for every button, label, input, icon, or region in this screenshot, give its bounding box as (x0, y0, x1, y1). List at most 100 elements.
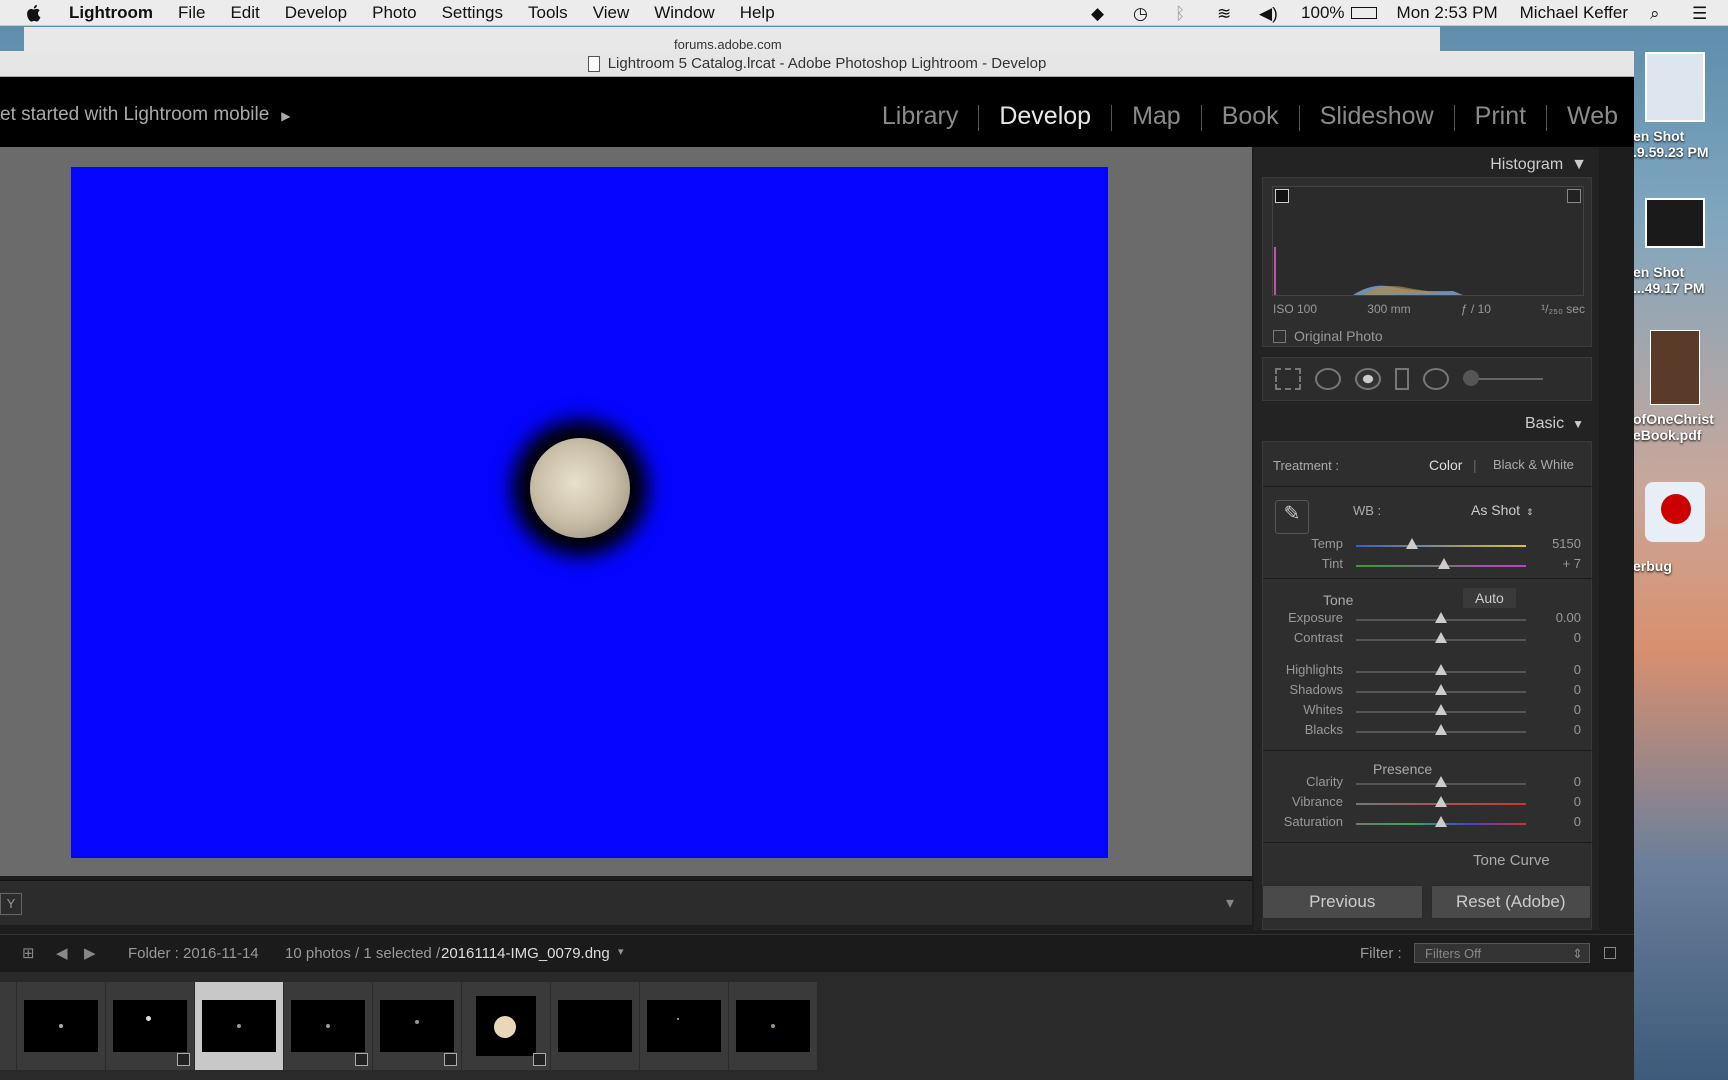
battery-icon[interactable] (1350, 7, 1377, 19)
slider-value[interactable]: + 7 (1563, 556, 1581, 571)
time-machine-icon[interactable]: ◷ (1133, 4, 1153, 23)
basic-header[interactable]: Basic ▼ (1262, 409, 1592, 439)
module-develop[interactable]: Develop (979, 102, 1111, 131)
filmstrip-thumbnail[interactable] (640, 982, 728, 1070)
tone-curve-header[interactable]: Tone Curve (1473, 852, 1550, 869)
slider-track[interactable] (1356, 545, 1526, 547)
menu-file[interactable]: File (178, 3, 205, 23)
slider-clarity[interactable]: Clarity 0 (1263, 774, 1593, 794)
slider-value[interactable]: 0 (1574, 662, 1581, 677)
forward-arrow-icon[interactable]: ▶ (84, 944, 96, 962)
menu-photo[interactable]: Photo (372, 3, 416, 23)
filmstrip-thumbnail[interactable] (729, 982, 817, 1070)
menu-edit[interactable]: Edit (230, 3, 259, 23)
original-photo-toggle[interactable]: Original Photo (1273, 328, 1383, 344)
slider-thumb[interactable] (1438, 558, 1451, 569)
folder-label[interactable]: Folder : 2016-11-14 (128, 945, 259, 962)
selected-filename[interactable]: 20161114-IMG_0079.dng (441, 945, 610, 962)
wb-dropdown[interactable]: As Shot ⇕ (1471, 502, 1534, 518)
slider-whites[interactable]: Whites 0 (1263, 702, 1593, 722)
user-name[interactable]: Michael Keffer (1520, 3, 1628, 23)
slider-thumb[interactable] (1435, 724, 1447, 735)
spot-removal-icon[interactable] (1315, 368, 1341, 390)
slider-saturation[interactable]: Saturation 0 (1263, 814, 1593, 834)
treatment-color[interactable]: Color (1429, 457, 1462, 473)
slider-thumb[interactable] (1435, 664, 1447, 675)
graduated-filter-icon[interactable] (1395, 368, 1409, 390)
slider-temp[interactable]: Temp 5150 (1263, 536, 1593, 556)
slider-contrast[interactable]: Contrast 0 (1263, 630, 1593, 650)
filename-dropdown-icon[interactable]: ▾ (618, 945, 624, 958)
filmstrip-thumbnail-selected[interactable] (195, 982, 283, 1070)
slider-thumb[interactable] (1435, 816, 1447, 827)
slider-tint[interactable]: Tint + 7 (1263, 556, 1593, 576)
slider-value[interactable]: 0 (1574, 702, 1581, 717)
filmstrip-thumbnail[interactable] (551, 982, 639, 1070)
slider-thumb[interactable] (1435, 684, 1447, 695)
wifi-icon[interactable]: ≋ (1217, 4, 1237, 23)
filmstrip-toggle-icon[interactable] (1604, 947, 1616, 959)
bluetooth-icon[interactable]: ᛒ (1175, 4, 1195, 23)
toolbar-menu-icon[interactable]: ▾ (1226, 893, 1234, 913)
slider-shadows[interactable]: Shadows 0 (1263, 682, 1593, 702)
histogram-graph[interactable] (1272, 186, 1584, 296)
module-web[interactable]: Web (1547, 102, 1618, 131)
radial-filter-icon[interactable] (1423, 368, 1449, 390)
desktop-icon-screenshot-2[interactable]: en Shot ...49.17 PM (1630, 198, 1720, 296)
slider-value[interactable]: 0 (1574, 722, 1581, 737)
previous-button[interactable]: Previous (1262, 885, 1423, 919)
white-balance-eyedropper-icon[interactable]: ✎ (1275, 500, 1309, 534)
slider-highlights[interactable]: Highlights 0 (1263, 662, 1593, 682)
filmstrip-thumbnail[interactable] (373, 982, 461, 1070)
filmstrip-thumbnail[interactable] (0, 982, 16, 1070)
menu-settings[interactable]: Settings (442, 3, 503, 23)
slider-thumb[interactable] (1435, 704, 1447, 715)
module-slideshow[interactable]: Slideshow (1300, 102, 1454, 131)
menu-app-name[interactable]: Lightroom (69, 3, 153, 23)
slider-thumb[interactable] (1435, 612, 1447, 623)
filmstrip-thumbnail[interactable] (462, 982, 550, 1070)
menu-window[interactable]: Window (654, 3, 714, 23)
grid-view-icon[interactable]: ⊞ (22, 944, 35, 962)
treatment-black-white[interactable]: Black & White (1493, 457, 1574, 472)
slider-value[interactable]: 0.00 (1556, 610, 1581, 625)
module-book[interactable]: Book (1202, 102, 1299, 131)
battery-percent[interactable]: 100% (1301, 3, 1344, 23)
red-eye-icon[interactable] (1355, 368, 1381, 390)
slider-value[interactable]: 0 (1574, 774, 1581, 789)
slider-value[interactable]: 0 (1574, 682, 1581, 697)
slider-thumb[interactable] (1435, 796, 1447, 807)
desktop-icon-screenshot-1[interactable]: en Shot .9.59.23 PM (1630, 52, 1720, 160)
view-mode-button[interactable]: Y (0, 893, 22, 915)
module-map[interactable]: Map (1112, 102, 1201, 131)
clock[interactable]: Mon 2:53 PM (1397, 3, 1498, 23)
spotlight-search-icon[interactable]: ⌕ (1650, 4, 1670, 23)
slider-thumb[interactable] (1435, 632, 1447, 643)
lightroom-mobile-link[interactable]: et started with Lightroom mobile ▶ (0, 104, 291, 126)
photo-canvas[interactable] (0, 147, 1252, 876)
desktop-icon-app[interactable]: erbug (1630, 482, 1720, 574)
notification-center-icon[interactable]: ☰ (1692, 4, 1712, 23)
slider-thumb[interactable] (1435, 776, 1447, 787)
crop-tool-icon[interactable] (1275, 368, 1301, 390)
slider-value[interactable]: 5150 (1552, 536, 1581, 551)
menu-tools[interactable]: Tools (528, 3, 568, 23)
slider-thumb[interactable] (1406, 538, 1419, 549)
slider-exposure[interactable]: Exposure 0.00 (1263, 610, 1593, 630)
photo-preview[interactable] (71, 167, 1108, 858)
adjustment-brush-icon[interactable] (1463, 370, 1543, 386)
slider-value[interactable]: 0 (1574, 794, 1581, 809)
filter-dropdown[interactable]: Filters Off ⇕ (1414, 943, 1590, 963)
filmstrip-thumbnail[interactable] (284, 982, 372, 1070)
back-arrow-icon[interactable]: ◀ (56, 944, 68, 962)
module-library[interactable]: Library (862, 102, 978, 131)
desktop-icon-pdf[interactable]: ofOneChrist eBook.pdf (1630, 330, 1720, 443)
menu-help[interactable]: Help (740, 3, 775, 23)
slider-value[interactable]: 0 (1574, 630, 1581, 645)
apple-icon[interactable] (24, 3, 44, 23)
dropbox-icon[interactable]: ◆ (1091, 4, 1111, 23)
tone-auto-button[interactable]: Auto (1463, 588, 1516, 608)
menu-view[interactable]: View (593, 3, 630, 23)
slider-value[interactable]: 0 (1574, 814, 1581, 829)
module-print[interactable]: Print (1455, 102, 1546, 131)
